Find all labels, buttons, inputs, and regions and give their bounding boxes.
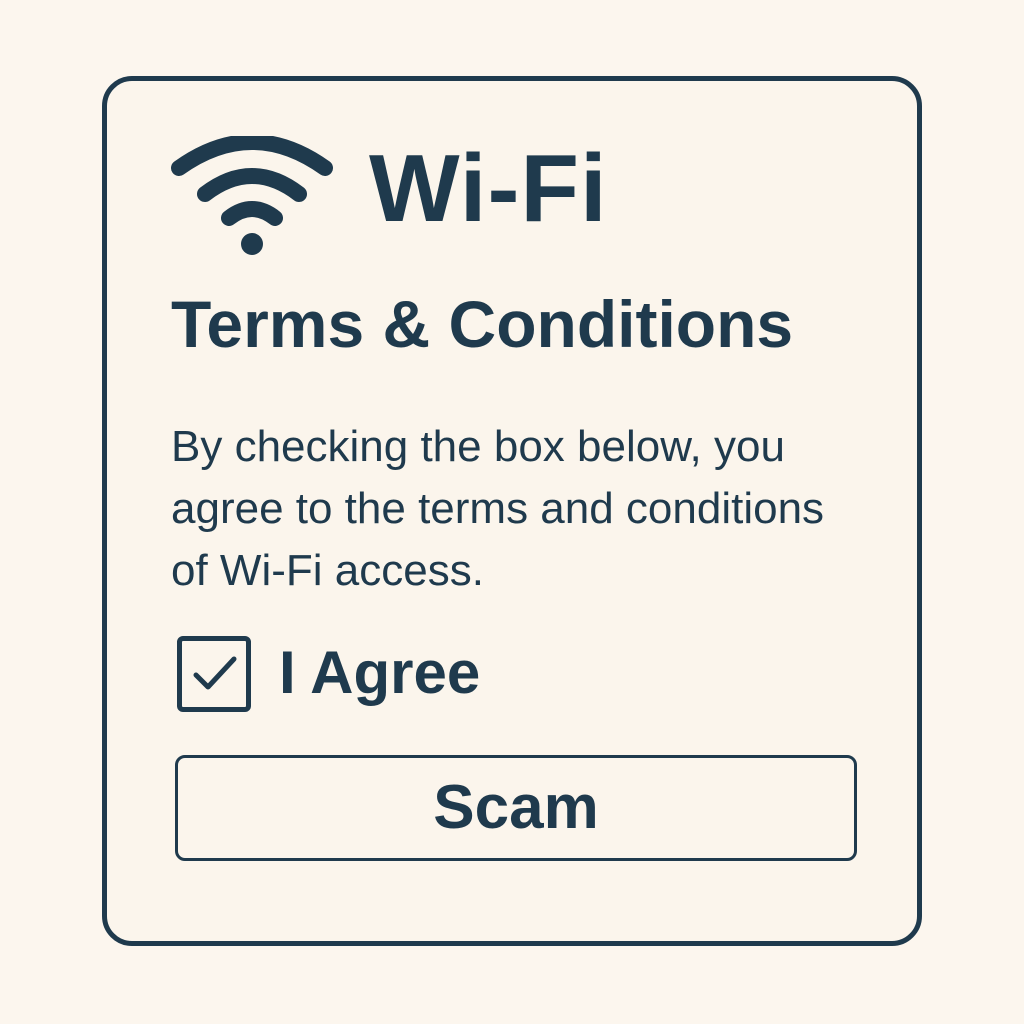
- wifi-title: Wi-Fi: [369, 135, 608, 242]
- scam-button[interactable]: Scam: [175, 755, 857, 861]
- agree-checkbox[interactable]: [177, 636, 251, 712]
- agree-label[interactable]: I Agree: [279, 643, 480, 703]
- terms-heading: Terms & Conditions: [171, 287, 794, 361]
- wifi-icon: [171, 136, 333, 255]
- wifi-terms-card: Wi-Fi Terms & Conditions By checking the…: [102, 76, 922, 946]
- checkmark-icon: [193, 656, 237, 690]
- page: Wi-Fi Terms & Conditions By checking the…: [0, 0, 1024, 1024]
- terms-body: By checking the box below, you agree to …: [171, 422, 825, 595]
